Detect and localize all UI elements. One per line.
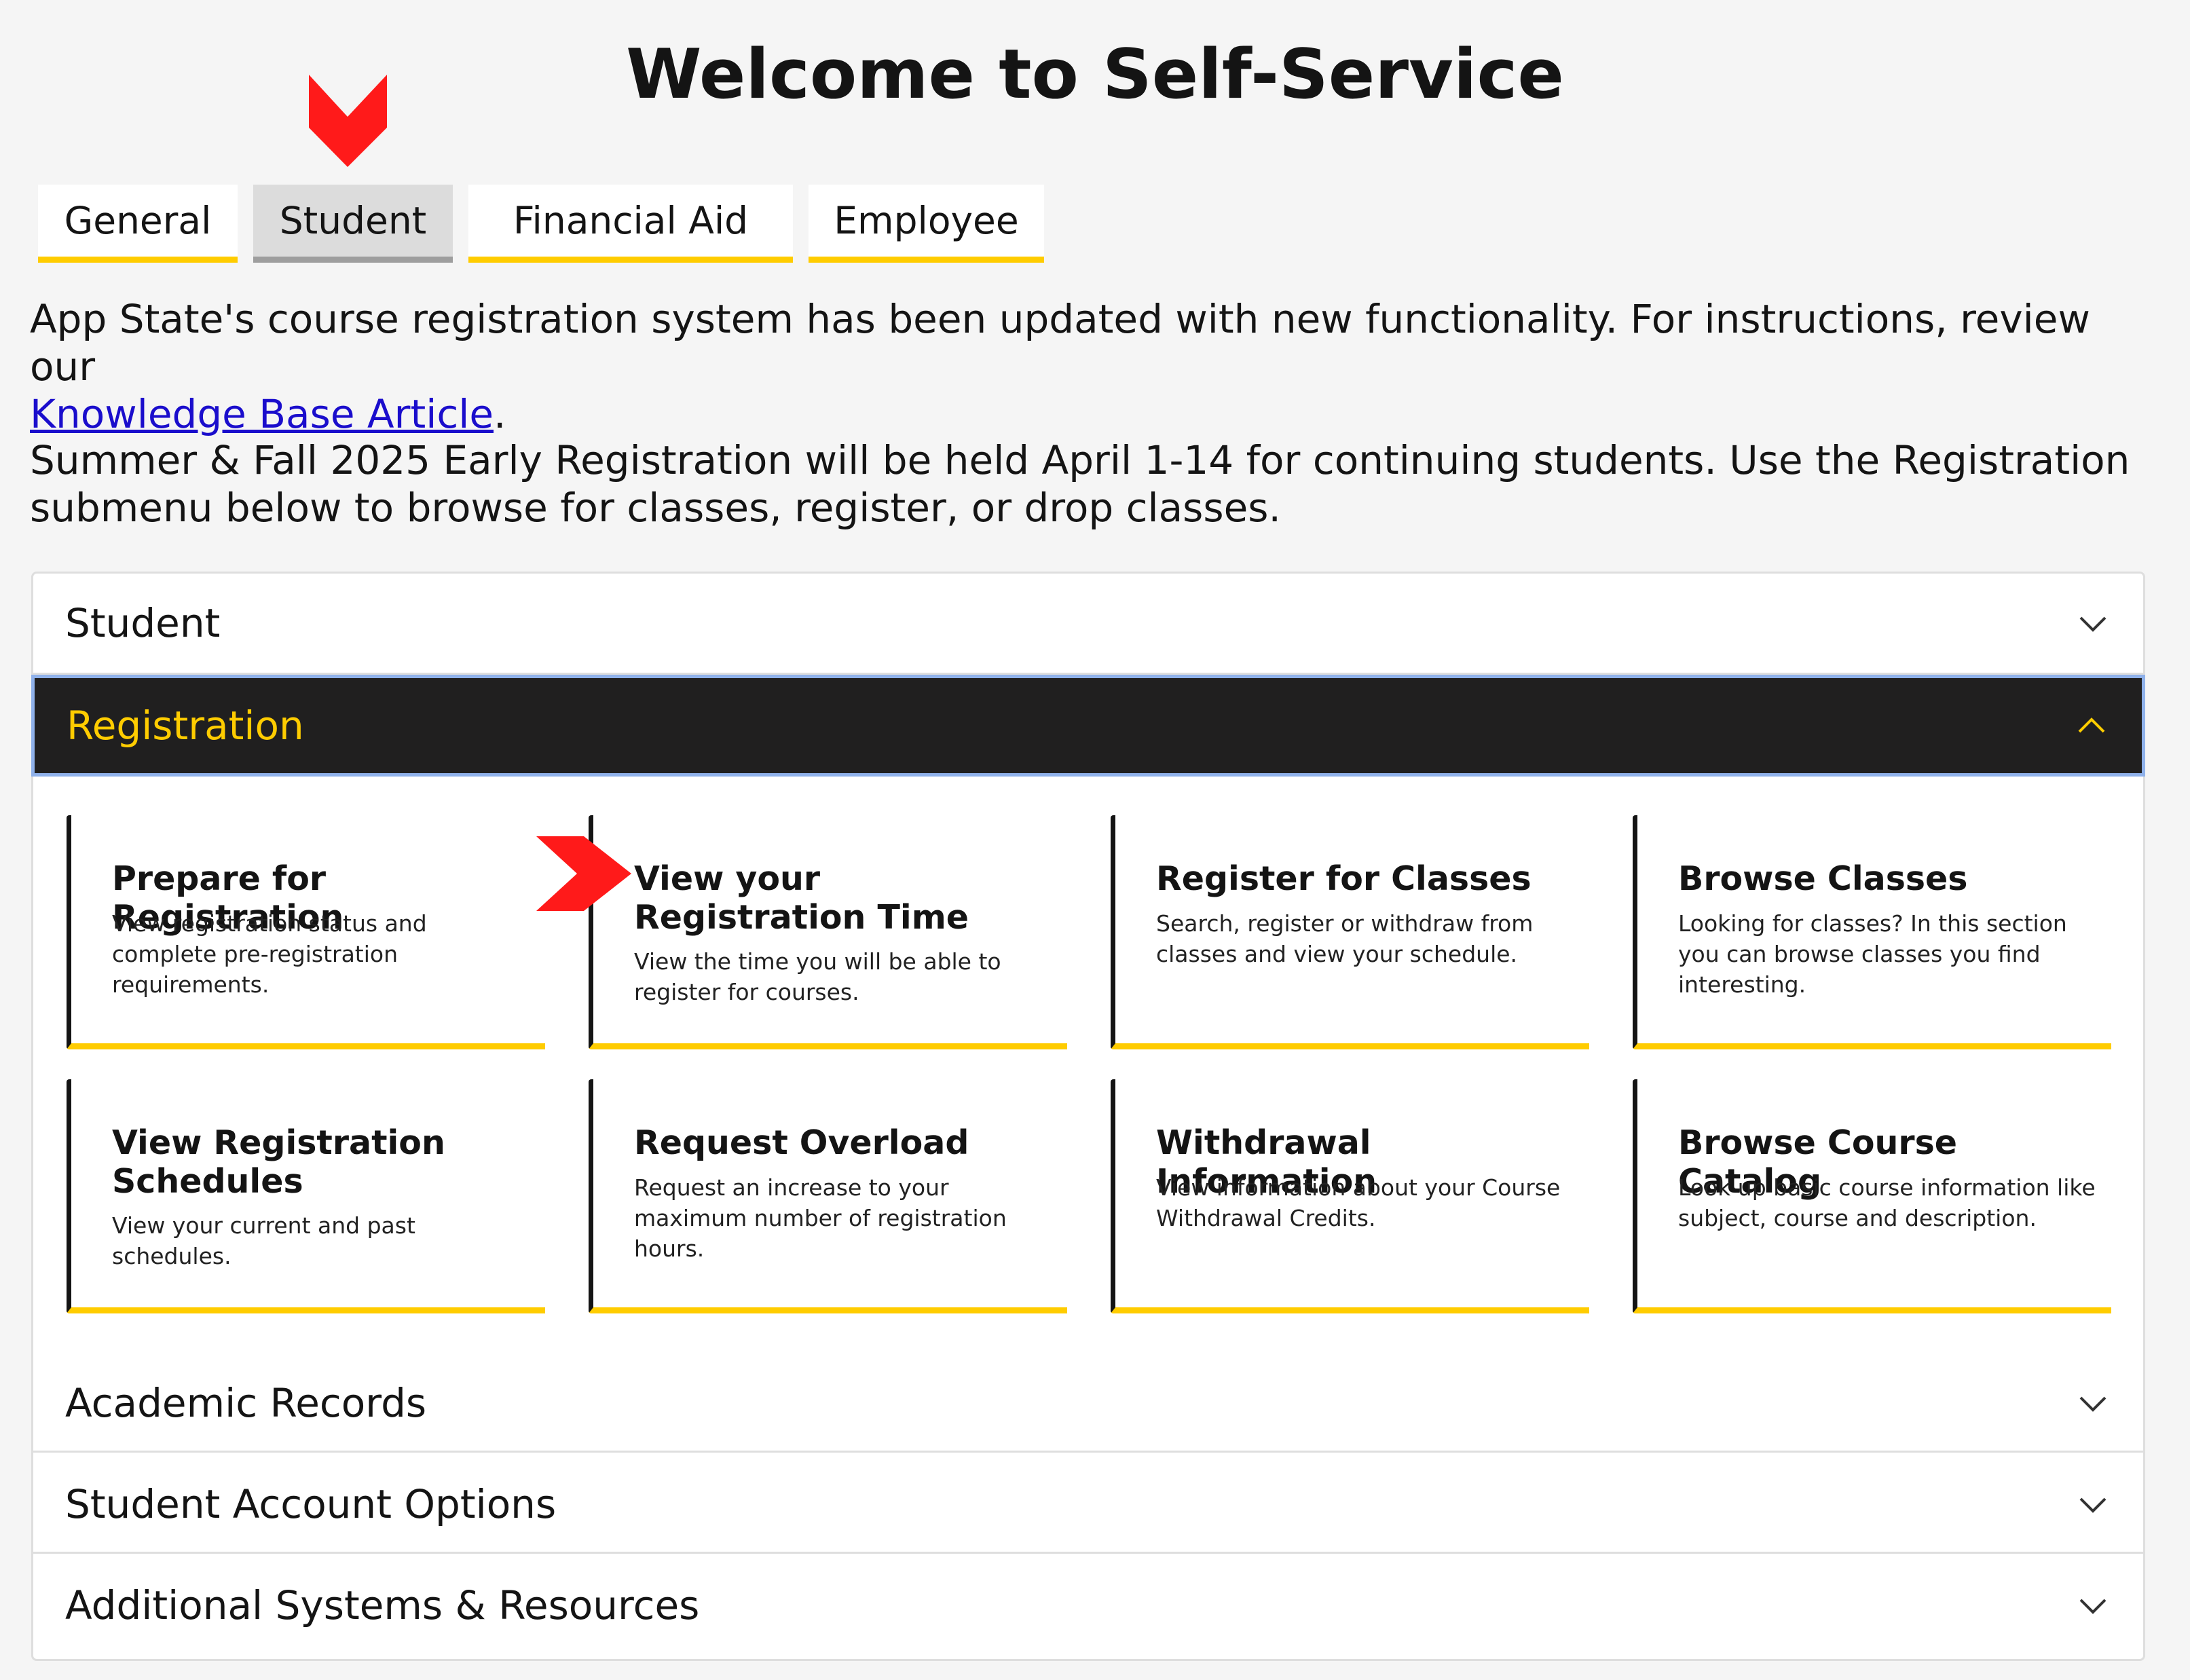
intro-paragraph-registration: Summer & Fall 2025 Early Registration wi… (30, 437, 2130, 531)
intro-paragraph-update: App State's course registration system h… (30, 295, 2148, 438)
chevron-down-icon (2079, 1599, 2107, 1614)
card-browse-classes[interactable]: Browse Classes Looking for classes? In t… (1633, 815, 2111, 1049)
intro-update-period: . (494, 391, 506, 437)
card-prepare-for-registration[interactable]: Prepare for Registration View registrati… (67, 815, 545, 1049)
student-menu-accordion: Student Registration Prepare for Registr… (31, 572, 2145, 1661)
knowledge-base-link[interactable]: Knowledge Base Article (30, 391, 494, 437)
down-arrow-annotation-icon (309, 75, 387, 167)
chevron-up-icon (2078, 717, 2105, 733)
accordion-label: Additional Systems & Resources (65, 1582, 700, 1628)
card-description: View information about your Course Withd… (1156, 1174, 1561, 1231)
right-arrow-annotation-icon (536, 836, 631, 911)
accordion-label: Registration (67, 703, 304, 749)
card-description: Look up basic course information like su… (1678, 1174, 2096, 1231)
card-title: Request Overload (634, 1123, 969, 1162)
card-title: Register for Classes (1156, 859, 1532, 898)
tab-employee[interactable]: Employee (809, 185, 1044, 263)
intro-update-text: App State's course registration system h… (30, 296, 2090, 390)
card-title: View Registration Schedules (112, 1123, 445, 1201)
card-description: View your current and past schedules. (112, 1212, 415, 1269)
tab-financial-aid[interactable]: Financial Aid (468, 185, 793, 263)
card-browse-course-catalog[interactable]: Browse Course Catalog Look up basic cour… (1633, 1079, 2111, 1313)
tab-general[interactable]: General (38, 185, 238, 263)
card-withdrawal-information[interactable]: Withdrawal Information View information … (1111, 1079, 1589, 1313)
card-description: Request an increase to your maximum numb… (634, 1174, 1007, 1262)
card-title: View your Registration Time (634, 859, 969, 937)
accordion-section-registration[interactable]: Registration (31, 675, 2145, 777)
accordion-label: Student Account Options (65, 1481, 557, 1527)
accordion-label: Student (65, 600, 221, 646)
accordion-section-academic-records[interactable]: Academic Records (33, 1354, 2143, 1453)
card-description: Looking for classes? In this section you… (1678, 910, 2067, 998)
card-request-overload[interactable]: Request Overload Request an increase to … (589, 1079, 1067, 1313)
card-description: Search, register or withdraw from classe… (1156, 910, 1534, 967)
accordion-section-student[interactable]: Student (33, 574, 2143, 675)
card-description: View the time you will be able to regist… (634, 948, 1001, 1005)
tab-student[interactable]: Student (253, 185, 453, 263)
chevron-down-icon (2079, 616, 2107, 632)
accordion-section-student-account-options[interactable]: Student Account Options (33, 1455, 2143, 1554)
card-view-registration-schedules[interactable]: View Registration Schedules View your cu… (67, 1079, 545, 1313)
chevron-down-icon (2079, 1497, 2107, 1513)
card-title: Browse Classes (1678, 859, 1968, 898)
chevron-down-icon (2079, 1396, 2107, 1412)
card-view-registration-time[interactable]: View your Registration Time View the tim… (589, 815, 1067, 1049)
accordion-label: Academic Records (65, 1380, 427, 1426)
card-description: View registration status and complete pr… (112, 910, 427, 998)
accordion-section-additional-systems[interactable]: Additional Systems & Resources (33, 1556, 2143, 1659)
card-register-for-classes[interactable]: Register for Classes Search, register or… (1111, 815, 1589, 1049)
